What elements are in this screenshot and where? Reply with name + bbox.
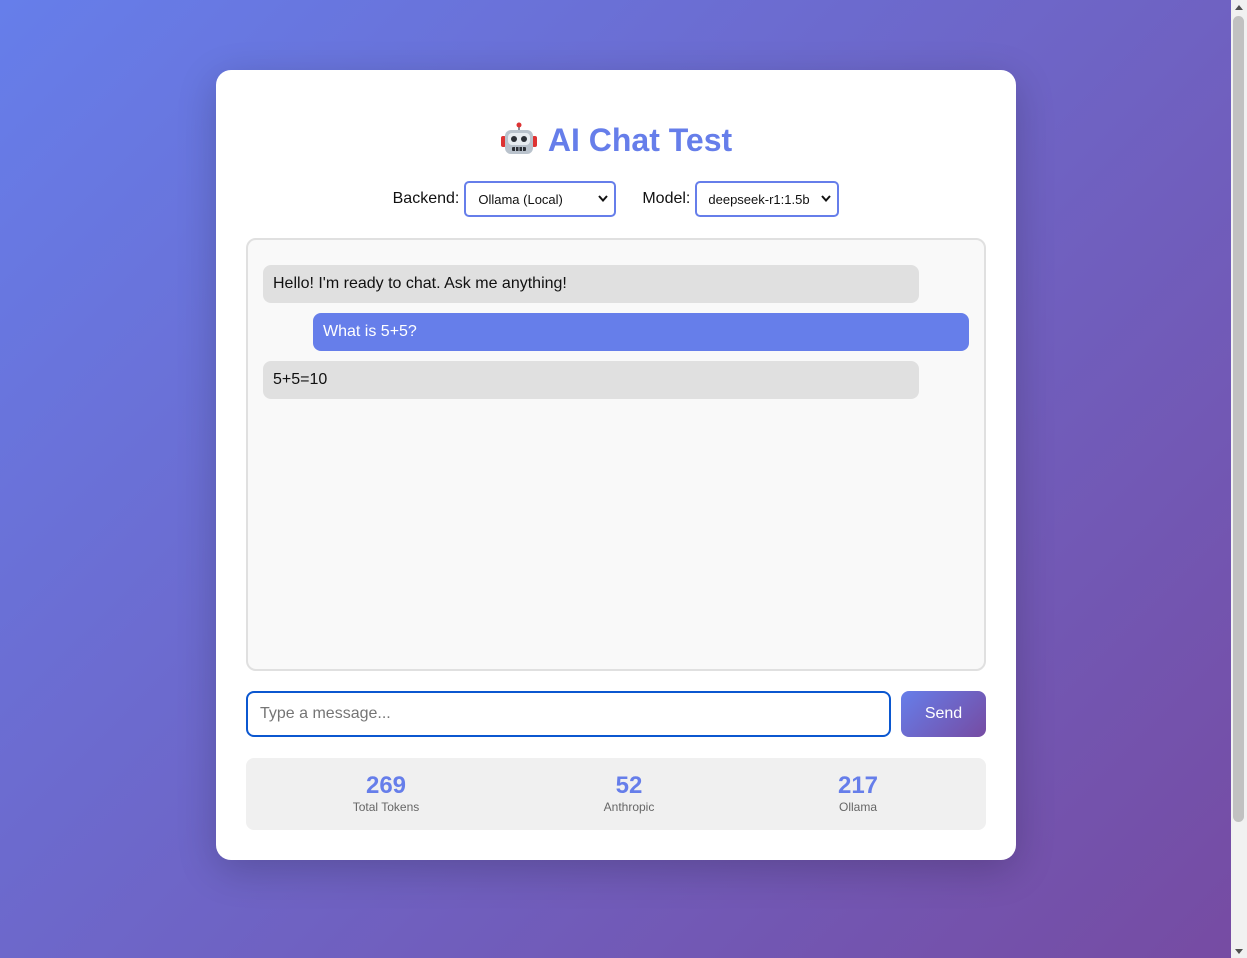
backend-select[interactable]: Ollama (Local) xyxy=(464,181,617,217)
chevron-down-icon xyxy=(598,194,609,205)
send-button[interactable]: Send xyxy=(901,691,986,737)
model-selected-value: deepseek-r1:1.5b xyxy=(708,191,810,207)
scroll-up-icon[interactable] xyxy=(1231,0,1247,14)
model-label: Model: xyxy=(642,190,691,207)
token-stats: 269 Total Tokens 52 Anthropic 217 Ollama xyxy=(246,758,986,830)
scrollbar-thumb[interactable] xyxy=(1233,16,1244,822)
scroll-down-icon[interactable] xyxy=(1231,944,1247,958)
backend-label: Backend: xyxy=(392,190,460,207)
stat-value: 269 xyxy=(365,772,407,799)
controls-bar: Backend: Ollama (Local) Model: deepseek-… xyxy=(246,181,986,217)
composer: Send xyxy=(246,691,986,737)
backend-control: Backend: Ollama (Local) xyxy=(393,181,617,217)
stat-label: Ollama xyxy=(838,800,878,814)
model-select[interactable]: deepseek-r1:1.5b xyxy=(695,181,840,217)
model-control: Model: deepseek-r1:1.5b xyxy=(642,181,840,217)
stat-value: 52 xyxy=(615,772,643,799)
stat-value: 217 xyxy=(837,772,879,799)
stat-label: Anthropic xyxy=(603,800,655,814)
stat-label: Total Tokens xyxy=(352,800,420,814)
chevron-down-icon xyxy=(821,194,832,205)
page-scrollbar[interactable] xyxy=(1231,0,1247,958)
title-text: AI Chat Test xyxy=(547,122,733,158)
chat-card: AI Chat Test Backend: Ollama (Local) Mod… xyxy=(216,70,1016,860)
stat-anthropic: 52 Anthropic xyxy=(604,772,655,814)
robot-icon xyxy=(500,122,538,158)
message-list[interactable]: Hello! I'm ready to chat. Ask me anythin… xyxy=(246,238,986,671)
backend-selected-value: Ollama (Local) xyxy=(478,191,563,207)
user-message: What is 5+5? xyxy=(313,313,969,351)
page-title: AI Chat Test xyxy=(246,120,986,160)
bot-message: Hello! I'm ready to chat. Ask me anythin… xyxy=(263,265,919,303)
stat-total-tokens: 269 Total Tokens xyxy=(353,772,420,814)
page-background: AI Chat Test Backend: Ollama (Local) Mod… xyxy=(0,0,1231,958)
stat-ollama: 217 Ollama xyxy=(838,772,878,814)
message-input[interactable] xyxy=(246,691,891,737)
bot-message: 5+5=10 xyxy=(263,361,919,399)
